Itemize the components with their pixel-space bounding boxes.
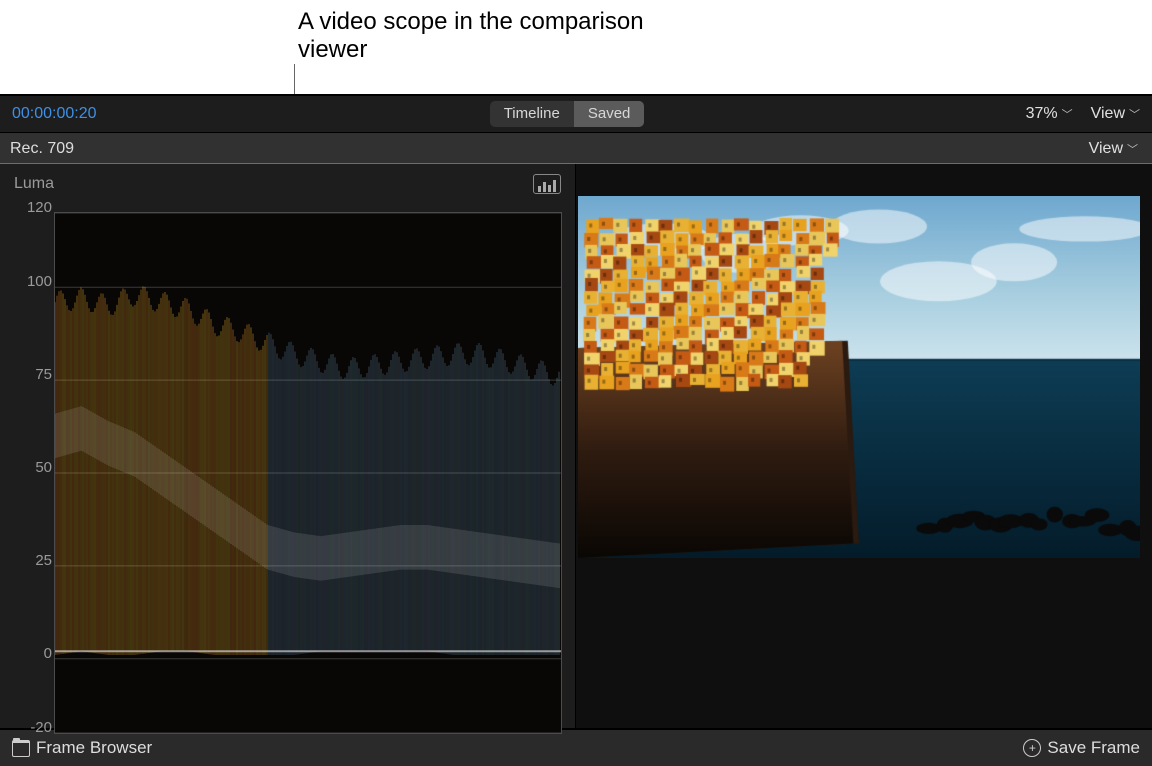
view-menu-global[interactable]: View﹀	[1091, 105, 1140, 123]
y-tick: 25	[35, 552, 52, 569]
view-menu-scope[interactable]: View﹀	[1089, 140, 1138, 158]
tab-saved[interactable]: Saved	[574, 101, 645, 127]
app-window: 00:00:00:20 Timeline Saved 37%﹀ View﹀ Re…	[0, 94, 1152, 766]
chevron-down-icon: ﹀	[1062, 106, 1073, 122]
timecode-display: 00:00:00:20	[0, 105, 109, 123]
preview-viewer	[575, 164, 1152, 728]
tab-timeline[interactable]: Timeline	[490, 101, 574, 127]
y-tick: 0	[44, 645, 52, 662]
chevron-down-icon: ﹀	[1129, 106, 1140, 122]
waveform-y-axis: 1201007550250-20	[12, 208, 52, 728]
viewer-top-bar: 00:00:00:20 Timeline Saved 37%﹀ View﹀	[0, 96, 1152, 133]
folder-icon	[12, 740, 30, 757]
scope-panel: Luma 1201007550250-20	[0, 164, 575, 728]
y-tick: 75	[35, 366, 52, 383]
y-tick: 120	[27, 199, 52, 216]
chevron-down-icon: ﹀	[1127, 141, 1138, 157]
luma-waveform	[54, 212, 562, 734]
save-frame-button[interactable]: + Save Frame	[1023, 738, 1140, 758]
y-tick: 100	[27, 273, 52, 290]
y-tick: -20	[30, 719, 52, 736]
plus-circle-icon: +	[1023, 739, 1041, 757]
scope-header-bar: Rec. 709 View﹀	[0, 133, 1152, 164]
preview-frame	[578, 196, 1140, 558]
scope-type-label: Luma	[14, 175, 54, 193]
comparison-mode-segmented: Timeline Saved	[490, 101, 645, 127]
zoom-dropdown[interactable]: 37%﹀	[1026, 105, 1073, 123]
scope-settings-icon[interactable]	[533, 174, 561, 194]
colorspace-label: Rec. 709	[0, 140, 84, 163]
frame-browser-button[interactable]: Frame Browser	[12, 738, 152, 758]
annotation-callout: A video scope in the comparison viewer	[298, 8, 718, 64]
y-tick: 50	[35, 459, 52, 476]
